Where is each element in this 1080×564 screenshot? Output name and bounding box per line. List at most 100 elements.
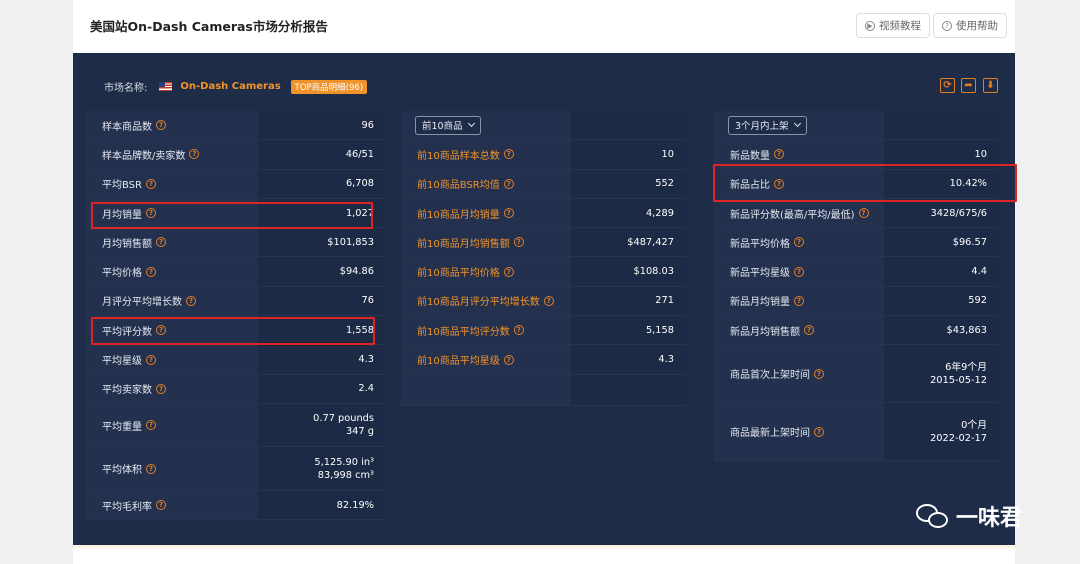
- stat-label: 前10商品平均评分数: [417, 326, 510, 338]
- stat-label: 平均价格: [102, 268, 142, 280]
- stat-label: 前10商品样本总数: [417, 150, 500, 162]
- chevron-down-icon: [793, 120, 801, 128]
- wechat-icon: [916, 502, 950, 530]
- help-icon[interactable]: ?: [156, 120, 166, 131]
- share-icon[interactable]: ➦: [961, 78, 976, 93]
- stat-label: 平均体积: [102, 465, 142, 477]
- help-icon[interactable]: ?: [145, 178, 156, 189]
- stat-value: 10: [884, 140, 999, 169]
- help-icon[interactable]: ?: [804, 325, 814, 336]
- video-tutorial-button[interactable]: ▶ 视频教程: [856, 13, 930, 38]
- help-icon[interactable]: ?: [858, 208, 869, 219]
- market-label: 市场名称:: [104, 83, 148, 94]
- stat-label: 前10商品平均星级: [417, 356, 500, 368]
- stat-value: 1,027: [258, 198, 386, 228]
- empty-row: [401, 374, 686, 406]
- stat-row: 新品平均价格? $96.57: [714, 228, 999, 258]
- select-row: 前10商品: [401, 111, 686, 141]
- market-name-link[interactable]: On-Dash Cameras: [180, 81, 280, 92]
- help-icon[interactable]: ?: [189, 149, 200, 160]
- stat-value-line2: 83,998 cm³: [317, 469, 374, 481]
- stat-label: 平均毛利率: [102, 501, 152, 513]
- help-icon[interactable]: ?: [186, 295, 196, 306]
- stat-label: 前10商品月均销售额: [417, 238, 510, 250]
- help-icon[interactable]: ?: [774, 178, 784, 189]
- stat-value: 1,558: [258, 316, 386, 345]
- stat-row: 前10商品月均销售额? $487,427: [401, 228, 686, 258]
- stat-value: 4.3: [571, 345, 686, 374]
- stat-label: 新品月均销量: [730, 297, 790, 309]
- help-icon[interactable]: ?: [814, 368, 824, 379]
- help-icon[interactable]: ?: [146, 354, 156, 365]
- stat-row: 样本商品数? 96: [86, 111, 386, 141]
- help-icon[interactable]: ?: [146, 266, 156, 277]
- stat-value: $487,427: [571, 228, 686, 257]
- us-flag-icon: [159, 82, 173, 91]
- analysis-panel: 市场名称: On-Dash Cameras TOP商品明细(96) ⟳ ➦ ⬇ …: [73, 53, 1017, 545]
- top10-select-value: 前10商品: [422, 121, 463, 133]
- stat-row: 平均卖家数? 2.4: [86, 374, 386, 404]
- help-icon[interactable]: ?: [156, 325, 166, 336]
- stat-row: 新品占比? 10.42%: [714, 169, 999, 199]
- stat-row: 平均体积? 5,125.90 in³ 83,998 cm³: [86, 447, 386, 491]
- top-products-badge[interactable]: TOP商品明细(96): [290, 79, 368, 94]
- stat-label: 新品平均价格: [730, 238, 790, 250]
- stat-row: 平均星级? 4.3: [86, 345, 386, 375]
- stat-value: 4,289: [571, 198, 686, 228]
- stat-row: 平均BSR? 6,708: [86, 169, 386, 199]
- help-icon[interactable]: ?: [814, 426, 824, 437]
- help-button[interactable]: ? 使用帮助: [933, 13, 1007, 38]
- listing-period-value: 3个月内上架: [735, 121, 789, 133]
- watermark-text: 一味君: [956, 506, 1023, 531]
- help-icon[interactable]: ?: [156, 383, 166, 394]
- page-title: 美国站On-Dash Cameras市场分析报告: [90, 19, 328, 34]
- stat-label: 平均评分数: [102, 326, 152, 338]
- stat-row: 前10商品平均星级? 4.3: [401, 345, 686, 375]
- help-icon[interactable]: ?: [794, 237, 804, 248]
- help-icon[interactable]: ?: [146, 208, 156, 219]
- top10-select[interactable]: 前10商品: [415, 115, 481, 135]
- stat-value-line1: 6年9个月: [945, 361, 987, 373]
- help-icon[interactable]: ?: [774, 149, 784, 160]
- help-icon[interactable]: ?: [503, 266, 514, 277]
- help-icon[interactable]: ?: [794, 295, 804, 306]
- stat-value: 271: [571, 286, 686, 316]
- top10-stats-column: 前10商品 前10商品样本总数? 10 前10商品BSR均值? 552 前10商品月…: [401, 111, 686, 406]
- help-icon[interactable]: ?: [794, 266, 804, 277]
- stat-value: $43,863: [884, 316, 999, 345]
- stat-label: 新品月均销售额: [730, 326, 800, 338]
- stat-value: 6年9个月 2015-05-12: [884, 345, 999, 403]
- stat-label: 新品平均星级: [730, 268, 790, 280]
- stat-value: 76: [258, 286, 386, 316]
- help-icon[interactable]: ?: [543, 295, 554, 306]
- help-icon[interactable]: ?: [503, 149, 514, 160]
- stat-value: $96.57: [884, 228, 999, 257]
- help-icon[interactable]: ?: [503, 354, 514, 365]
- stat-label: 平均重量: [102, 421, 142, 433]
- help-icon[interactable]: ?: [513, 237, 524, 248]
- stat-value: $94.86: [258, 257, 386, 286]
- stat-label: 样本商品数: [102, 121, 152, 133]
- stat-row: 平均重量? 0.77 pounds 347 g: [86, 403, 386, 448]
- stat-value: 4.4: [884, 257, 999, 286]
- stat-label: 前10商品月均销量: [417, 209, 500, 221]
- stat-value: 82.19%: [258, 490, 386, 520]
- help-icon[interactable]: ?: [156, 237, 166, 248]
- help-icon[interactable]: ?: [513, 325, 524, 336]
- stat-value: 2.4: [258, 374, 386, 403]
- listing-period-select[interactable]: 3个月内上架: [728, 115, 807, 135]
- refresh-icon[interactable]: ⟳: [940, 78, 955, 93]
- stat-label: 前10商品月评分平均增长数: [417, 297, 540, 309]
- stat-row: 新品数量? 10: [714, 140, 999, 170]
- help-icon[interactable]: ?: [503, 178, 514, 189]
- help-icon[interactable]: ?: [146, 463, 156, 474]
- help-icon[interactable]: ?: [146, 420, 156, 431]
- report-page: 美国站On-Dash Cameras市场分析报告 ▶ 视频教程 ? 使用帮助 市…: [73, 0, 1017, 564]
- stat-label: 月评分平均增长数: [102, 297, 182, 309]
- help-icon[interactable]: ?: [503, 208, 514, 219]
- stat-label: 新品占比: [730, 180, 770, 192]
- download-icon[interactable]: ⬇: [983, 78, 998, 93]
- stat-label: 前10商品平均价格: [417, 268, 500, 280]
- stat-value-line2: 2022-02-17: [930, 432, 987, 444]
- help-icon[interactable]: ?: [156, 500, 166, 511]
